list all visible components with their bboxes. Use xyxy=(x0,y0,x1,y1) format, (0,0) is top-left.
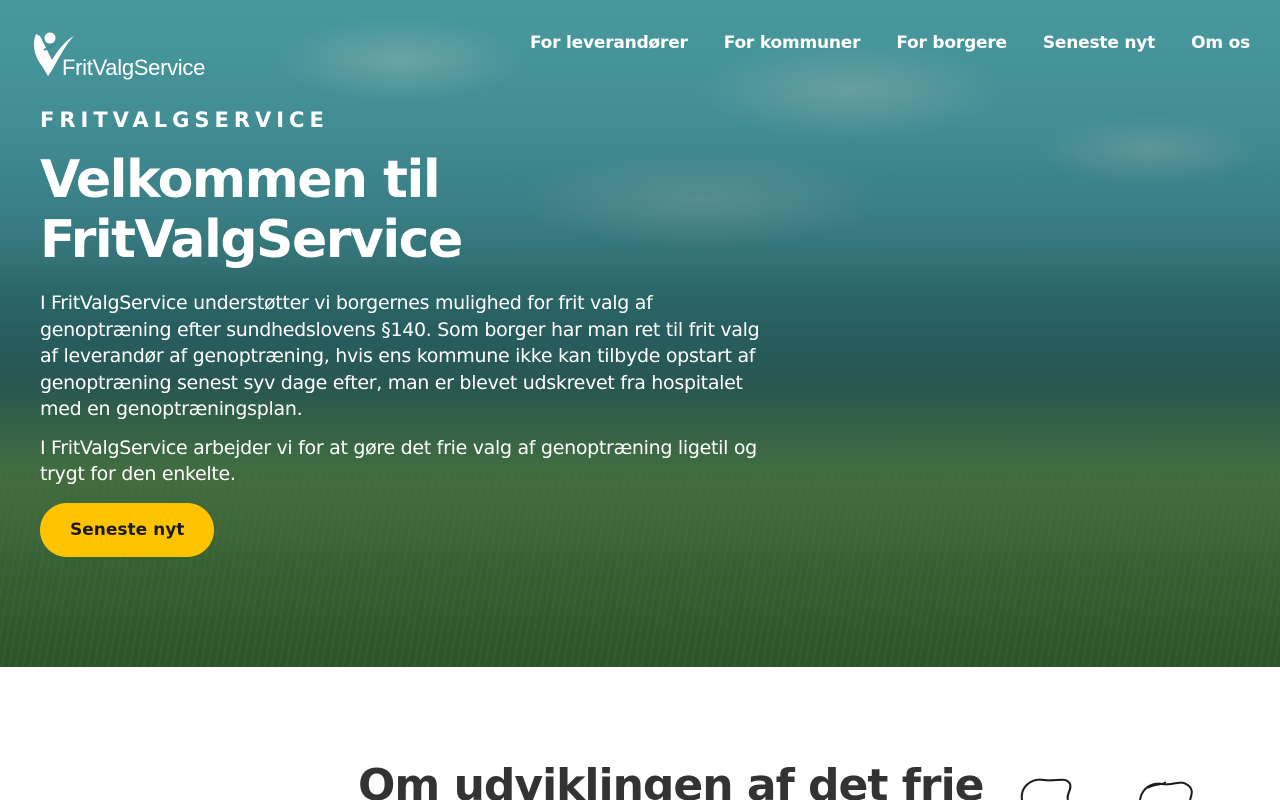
seneste-nyt-button[interactable]: Seneste nyt xyxy=(40,503,215,557)
nav-for-leverandorer[interactable]: For leverandører xyxy=(530,33,688,53)
hero-paragraph: I FritValgService understøtter vi borger… xyxy=(40,292,760,420)
hero-title: Velkommen til FritValgService xyxy=(40,150,463,270)
site-logo[interactable]: FritValgService xyxy=(30,30,205,80)
section-heading: Om udviklingen af det frie xyxy=(358,760,984,800)
nav-for-kommuner[interactable]: For kommuner xyxy=(724,33,861,53)
nav-seneste-nyt[interactable]: Seneste nyt xyxy=(1043,33,1155,53)
hero-eyebrow: FRITVALGSERVICE xyxy=(40,108,329,132)
line-drawing-illustration xyxy=(1010,772,1210,800)
nav-om-os[interactable]: Om os xyxy=(1191,33,1250,53)
logo-text: FritValgService xyxy=(62,55,206,80)
nav-for-borgere[interactable]: For borgere xyxy=(896,33,1007,53)
hero-paragraph: I FritValgService arbejder vi for at gør… xyxy=(40,436,757,486)
main-nav: For leverandører For kommuner For borger… xyxy=(530,33,1250,53)
hero-description: I FritValgService understøtter vi borger… xyxy=(40,290,760,488)
checkmark-person-icon xyxy=(30,30,76,80)
